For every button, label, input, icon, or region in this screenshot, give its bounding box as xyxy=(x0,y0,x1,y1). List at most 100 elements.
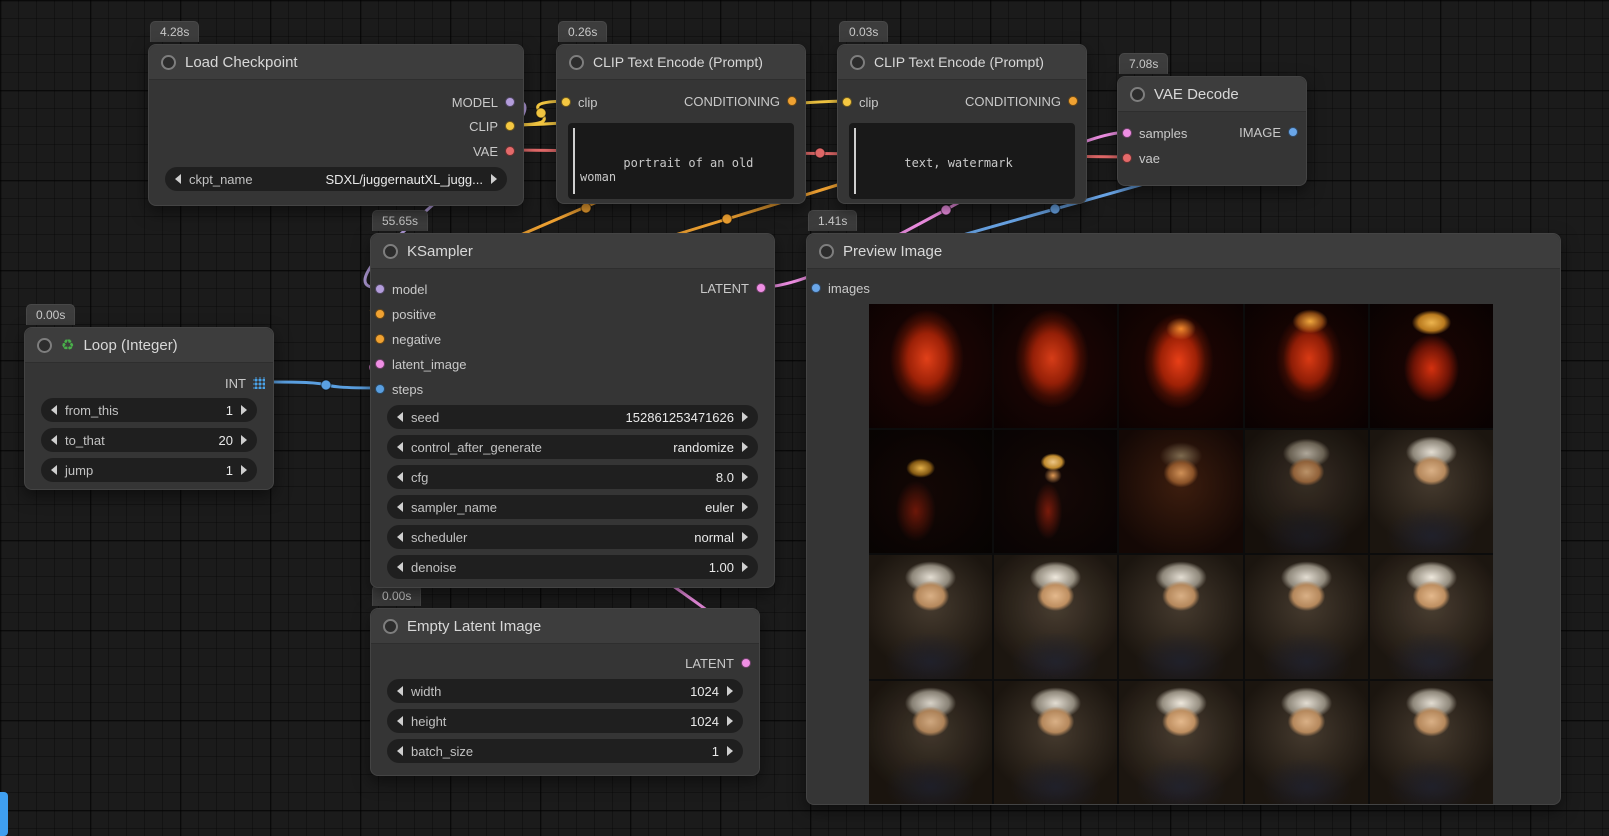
decrement-arrow-icon[interactable] xyxy=(51,465,57,475)
node-loop-integer[interactable]: ♻ Loop (Integer) INT from_this 1 to_that… xyxy=(24,327,274,490)
node-titlebar[interactable]: Empty Latent Image xyxy=(371,609,759,644)
decrement-arrow-icon[interactable] xyxy=(175,174,181,184)
clip-port-dot[interactable] xyxy=(505,121,515,131)
input-port-images[interactable]: images xyxy=(811,278,870,298)
collapse-dot[interactable] xyxy=(819,244,834,259)
output-port-latent[interactable]: LATENT xyxy=(700,278,766,298)
conditioning-port-dot[interactable] xyxy=(787,96,797,106)
image-port-dot[interactable] xyxy=(1288,127,1298,137)
output-port-int[interactable]: INT xyxy=(225,373,265,393)
node-load-checkpoint[interactable]: Load Checkpoint MODEL CLIP VAE ckpt_name… xyxy=(148,44,524,206)
output-port-clip[interactable]: CLIP xyxy=(469,116,515,136)
vae-port-dot[interactable] xyxy=(1122,153,1132,163)
node-ksampler[interactable]: KSampler model positive negative latent_… xyxy=(370,233,775,588)
output-port-conditioning[interactable]: CONDITIONING xyxy=(965,91,1078,111)
int-grid-icon[interactable] xyxy=(253,377,265,389)
batch-size-widget[interactable]: batch_size 1 xyxy=(387,739,743,763)
node-preview-image[interactable]: Preview Image images xyxy=(806,233,1561,805)
denoise-widget[interactable]: denoise 1.00 xyxy=(387,555,758,579)
input-port-latent-image[interactable]: latent_image xyxy=(375,354,466,374)
seed-widget[interactable]: seed 152861253471626 xyxy=(387,405,758,429)
input-port-positive[interactable]: positive xyxy=(375,304,436,324)
clip-port-dot[interactable] xyxy=(842,97,852,107)
node-clip-text-encode-negative[interactable]: CLIP Text Encode (Prompt) clip CONDITION… xyxy=(837,44,1087,204)
node-titlebar[interactable]: KSampler xyxy=(371,234,774,269)
increment-arrow-icon[interactable] xyxy=(742,472,748,482)
increment-arrow-icon[interactable] xyxy=(742,412,748,422)
node-titlebar[interactable]: Preview Image xyxy=(807,234,1560,269)
decrement-arrow-icon[interactable] xyxy=(397,532,403,542)
decrement-arrow-icon[interactable] xyxy=(397,472,403,482)
output-port-image[interactable]: IMAGE xyxy=(1239,122,1298,142)
node-graph-canvas[interactable]: 4.28s 0.26s 0.03s 7.08s 55.65s 0.00s 0.0… xyxy=(0,0,1609,836)
prompt-textarea[interactable]: text, watermark xyxy=(849,123,1075,199)
decrement-arrow-icon[interactable] xyxy=(51,405,57,415)
sampler-name-widget[interactable]: sampler_name euler xyxy=(387,495,758,519)
collapse-dot[interactable] xyxy=(161,55,176,70)
input-port-vae[interactable]: vae xyxy=(1122,148,1160,168)
decrement-arrow-icon[interactable] xyxy=(397,412,403,422)
model-port-dot[interactable] xyxy=(505,97,515,107)
control-after-generate-widget[interactable]: control_after_generate randomize xyxy=(387,435,758,459)
increment-arrow-icon[interactable] xyxy=(742,442,748,452)
image-port-dot[interactable] xyxy=(811,283,821,293)
collapse-dot[interactable] xyxy=(37,338,52,353)
collapse-dot[interactable] xyxy=(850,55,865,70)
collapse-dot[interactable] xyxy=(1130,87,1145,102)
height-widget[interactable]: height 1024 xyxy=(387,709,743,733)
input-port-model[interactable]: model xyxy=(375,279,427,299)
increment-arrow-icon[interactable] xyxy=(727,686,733,696)
decrement-arrow-icon[interactable] xyxy=(397,746,403,756)
conditioning-port-dot[interactable] xyxy=(375,309,385,319)
latent-port-dot[interactable] xyxy=(375,359,385,369)
decrement-arrow-icon[interactable] xyxy=(397,686,403,696)
conditioning-port-dot[interactable] xyxy=(1068,96,1078,106)
node-titlebar[interactable]: VAE Decode xyxy=(1118,77,1306,112)
input-port-negative[interactable]: negative xyxy=(375,329,441,349)
from-this-widget[interactable]: from_this 1 xyxy=(41,398,257,422)
collapse-dot[interactable] xyxy=(383,619,398,634)
increment-arrow-icon[interactable] xyxy=(742,532,748,542)
vae-port-dot[interactable] xyxy=(505,146,515,156)
decrement-arrow-icon[interactable] xyxy=(397,442,403,452)
model-port-dot[interactable] xyxy=(375,284,385,294)
input-port-clip[interactable]: clip xyxy=(561,92,598,112)
int-port-dot[interactable] xyxy=(375,384,385,394)
scheduler-widget[interactable]: scheduler normal xyxy=(387,525,758,549)
output-port-latent[interactable]: LATENT xyxy=(685,653,751,673)
input-port-steps[interactable]: steps xyxy=(375,379,423,399)
to-that-widget[interactable]: to_that 20 xyxy=(41,428,257,452)
input-port-clip[interactable]: clip xyxy=(842,92,879,112)
node-clip-text-encode-positive[interactable]: CLIP Text Encode (Prompt) clip CONDITION… xyxy=(556,44,806,204)
decrement-arrow-icon[interactable] xyxy=(397,502,403,512)
output-port-model[interactable]: MODEL xyxy=(452,92,515,112)
latent-port-dot[interactable] xyxy=(1122,128,1132,138)
node-vae-decode[interactable]: VAE Decode samples vae IMAGE xyxy=(1117,76,1307,186)
node-empty-latent-image[interactable]: Empty Latent Image LATENT width 1024 hei… xyxy=(370,608,760,776)
increment-arrow-icon[interactable] xyxy=(241,465,247,475)
increment-arrow-icon[interactable] xyxy=(727,746,733,756)
increment-arrow-icon[interactable] xyxy=(241,435,247,445)
increment-arrow-icon[interactable] xyxy=(491,174,497,184)
width-widget[interactable]: width 1024 xyxy=(387,679,743,703)
collapse-dot[interactable] xyxy=(383,244,398,259)
increment-arrow-icon[interactable] xyxy=(742,562,748,572)
node-titlebar[interactable]: Load Checkpoint xyxy=(149,45,523,80)
decrement-arrow-icon[interactable] xyxy=(397,562,403,572)
increment-arrow-icon[interactable] xyxy=(241,405,247,415)
output-port-conditioning[interactable]: CONDITIONING xyxy=(684,91,797,111)
clip-port-dot[interactable] xyxy=(561,97,571,107)
prompt-textarea[interactable]: portrait of an old woman xyxy=(568,123,794,199)
decrement-arrow-icon[interactable] xyxy=(397,716,403,726)
offscreen-node-edge[interactable] xyxy=(0,792,8,836)
collapse-dot[interactable] xyxy=(569,55,584,70)
decrement-arrow-icon[interactable] xyxy=(51,435,57,445)
node-titlebar[interactable]: ♻ Loop (Integer) xyxy=(25,328,273,363)
input-port-samples[interactable]: samples xyxy=(1122,123,1187,143)
latent-port-dot[interactable] xyxy=(741,658,751,668)
node-titlebar[interactable]: CLIP Text Encode (Prompt) xyxy=(557,45,805,80)
latent-port-dot[interactable] xyxy=(756,283,766,293)
node-titlebar[interactable]: CLIP Text Encode (Prompt) xyxy=(838,45,1086,80)
jump-widget[interactable]: jump 1 xyxy=(41,458,257,482)
cfg-widget[interactable]: cfg 8.0 xyxy=(387,465,758,489)
